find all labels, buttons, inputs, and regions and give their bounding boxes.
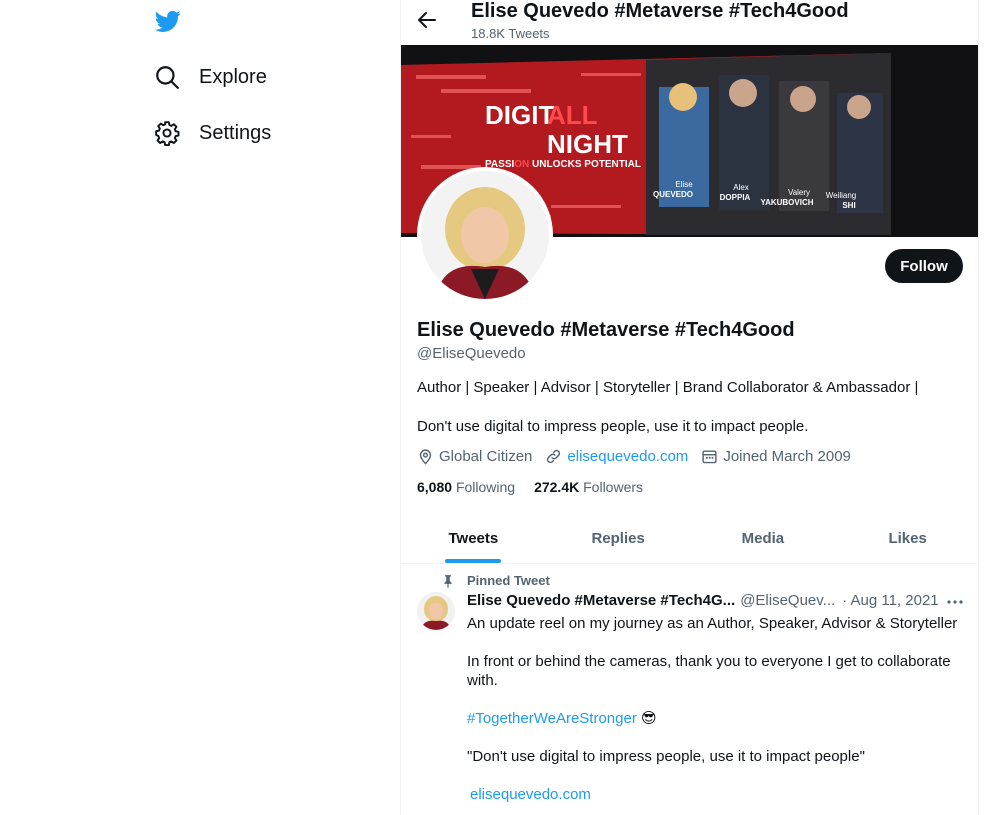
pinned-indicator: Pinned Tweet (441, 573, 550, 588)
tweet-line: An update reel on my journey as an Autho… (467, 615, 958, 632)
tab-label: Tweets (448, 530, 499, 547)
pinned-label: Pinned Tweet (467, 573, 550, 588)
tweet-link[interactable]: elisequevedo.com (467, 785, 967, 804)
nav-item-explore[interactable]: Explore (154, 64, 267, 90)
search-icon (156, 66, 179, 89)
link-icon (547, 449, 561, 464)
tweet-text: An update reel on my journey as an Autho… (467, 614, 967, 815)
nav-item-settings[interactable]: Settings (154, 120, 271, 146)
profile-handle: @EliseQuevedo (417, 345, 526, 362)
banner-tagline-b: ON (514, 159, 529, 170)
follow-button[interactable]: Follow (885, 249, 963, 283)
followers-link[interactable]: 272.4K Followers (534, 479, 643, 495)
active-tab-indicator (445, 559, 502, 563)
tweet-quote: "Don't use digital to impress people, us… (467, 748, 865, 765)
banner-speaker-first: Weiliang (826, 191, 857, 200)
avatar (421, 171, 549, 299)
nav-item-label: Settings (199, 121, 272, 144)
banner-headline-part2: ALL (547, 100, 598, 130)
left-nav: Explore Settings (0, 0, 400, 815)
header-title: Elise Quevedo #Metaverse #Tech4Good (471, 0, 849, 22)
profile-avatar[interactable] (417, 167, 553, 303)
avatar-photo (421, 171, 549, 299)
tweet-header: Elise Quevedo #Metaverse #Tech4G... @Eli… (467, 592, 939, 609)
tab-media[interactable]: Media (691, 514, 836, 563)
profile-location: Global Citizen (417, 448, 532, 465)
profile-name: Elise Quevedo #Metaverse #Tech4Good (417, 319, 795, 341)
banner-speaker-first: Elise (675, 180, 693, 189)
tab-label: Replies (591, 530, 645, 547)
header-tweet-count: 18.8K Tweets (471, 26, 550, 41)
joined-text: Joined March 2009 (723, 448, 851, 465)
followers-count: 272.4K (534, 479, 580, 495)
profile-header-bar: Elise Quevedo #Metaverse #Tech4Good 18.8… (401, 0, 978, 45)
tweet-line: In front or behind the cameras, thank yo… (467, 653, 951, 689)
calendar-icon (702, 450, 717, 464)
following-link[interactable]: 6,080 Following (417, 479, 515, 495)
tweet-author-name[interactable]: Elise Quevedo #Metaverse #Tech4G... (467, 592, 735, 609)
followers-label: Followers (583, 479, 644, 495)
twitter-bird-icon[interactable] (154, 8, 182, 34)
tab-label: Likes (888, 530, 927, 547)
banner-speaker-last: SHI (842, 201, 855, 210)
profile-column: Elise Quevedo #Metaverse #Tech4Good 18.8… (400, 0, 979, 815)
tab-label: Media (741, 530, 785, 547)
banner-speaker-last: DOPPIA (720, 193, 751, 202)
tab-tweets[interactable]: Tweets (401, 514, 546, 563)
banner-speaker-first: Valery (788, 188, 810, 197)
banner-tagline-c: UNLOCKS POTENTIAL (529, 159, 641, 170)
profile-joined: Joined March 2009 (701, 448, 851, 465)
svg-text:PASSION UNLOCKS POTENTIAL: PASSION UNLOCKS POTENTIAL (485, 159, 641, 170)
banner-headline-part1: DIGIT (485, 100, 554, 130)
tweet-author-avatar[interactable] (417, 592, 455, 630)
back-arrow-icon[interactable] (415, 8, 439, 32)
tab-likes[interactable]: Likes (835, 514, 978, 563)
sunglasses-emoji: 😎 (641, 710, 657, 727)
pinned-tweet[interactable]: Pinned Tweet Elise Quevedo #Metaverse #T… (401, 565, 978, 815)
tweet-author-handle[interactable]: @EliseQuev... (740, 592, 835, 609)
tab-replies[interactable]: Replies (546, 514, 691, 563)
more-options-icon[interactable] (946, 592, 964, 612)
banner-speaker-last: YAKUBOVICH (760, 198, 813, 207)
location-text: Global Citizen (439, 448, 533, 465)
following-count: 6,080 (417, 479, 453, 495)
profile-bio-line2: Don't use digital to impress people, use… (417, 418, 809, 435)
banner-speaker-last: QUEVEDO (653, 190, 693, 199)
hashtag-link[interactable]: #TogetherWeAreStronger (467, 710, 637, 727)
profile-tabs: Tweets Replies Media Likes (401, 514, 978, 564)
website-link[interactable]: elisequevedo.com (567, 448, 688, 465)
banner-headline-line2: NIGHT (547, 129, 628, 159)
profile-bio-line1: Author | Speaker | Advisor | Storyteller… (417, 379, 919, 396)
banner-speaker-first: Alex (733, 183, 749, 192)
profile-stats: 6,080 Following 272.4K Followers (417, 479, 662, 495)
location-pin-icon (419, 449, 432, 465)
profile-website: elisequevedo.com (545, 448, 688, 465)
gear-icon (155, 121, 180, 146)
tweet-date[interactable]: · Aug 11, 2021 (842, 592, 938, 609)
profile-meta: Global Citizen elisequevedo.com Joined M… (417, 448, 864, 465)
following-label: Following (455, 479, 516, 495)
pin-icon (444, 574, 452, 588)
nav-item-label: Explore (199, 65, 267, 88)
avatar-photo (417, 592, 455, 630)
